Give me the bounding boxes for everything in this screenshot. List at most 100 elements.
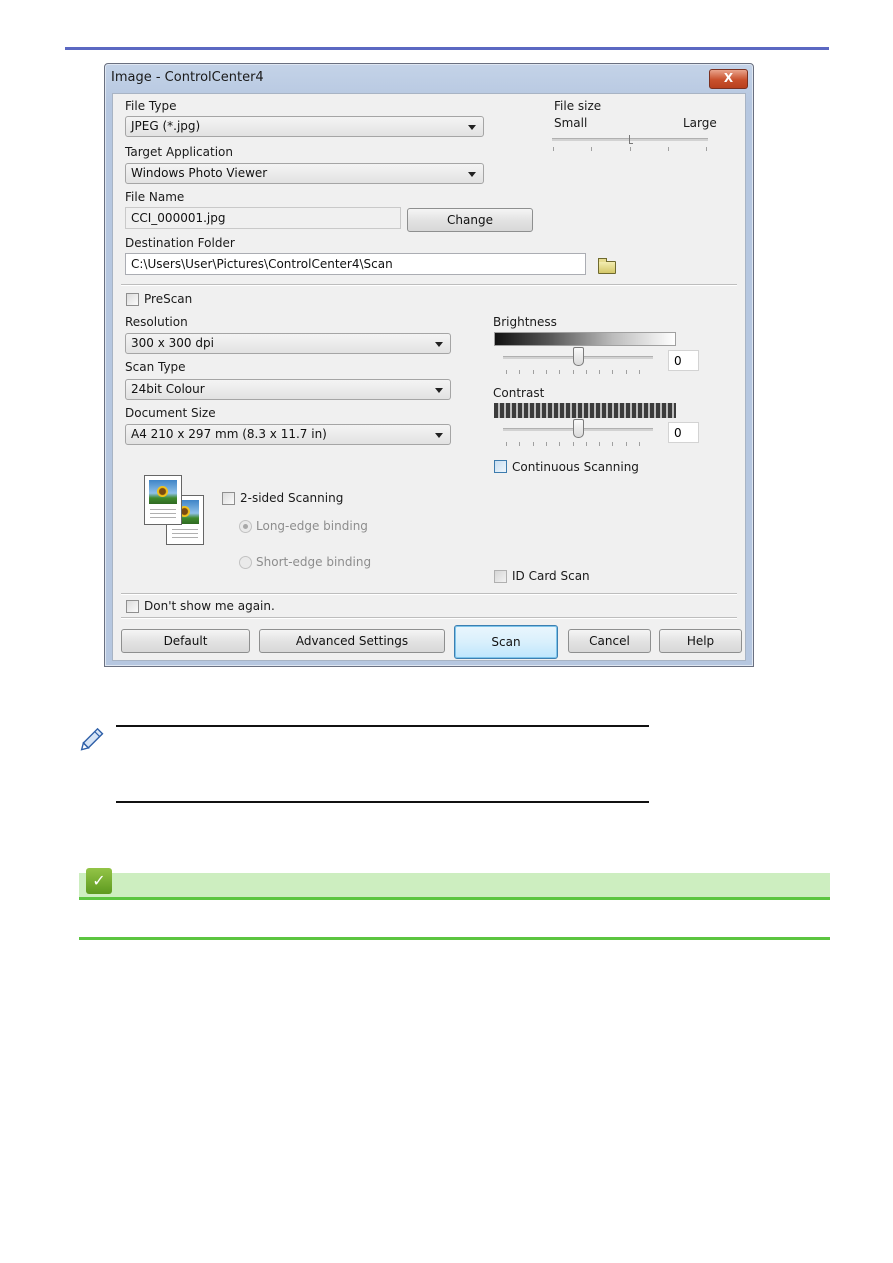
chevron-down-icon [435, 388, 443, 393]
default-button[interactable]: Default [121, 629, 250, 653]
two-sided-scanning-label: 2-sided Scanning [240, 491, 344, 505]
divider [121, 593, 737, 595]
id-card-scan-checkbox[interactable] [494, 570, 507, 583]
tick [630, 147, 631, 151]
tick [519, 370, 521, 374]
tick [572, 370, 574, 374]
dialog-title: Image - ControlCenter4 [111, 70, 264, 85]
tick [559, 370, 561, 374]
tick [506, 442, 507, 446]
divider [121, 617, 737, 619]
advanced-settings-button[interactable]: Advanced Settings [259, 629, 445, 653]
tick [532, 370, 534, 374]
file-size-slider-thumb[interactable] [629, 135, 633, 144]
document-size-label: Document Size [125, 406, 216, 420]
tick [599, 442, 601, 446]
tick [545, 370, 547, 374]
tick [532, 442, 534, 446]
destination-folder-value: C:\Users\User\Pictures\ControlCenter4\Sc… [131, 257, 393, 271]
change-button[interactable]: Change [407, 208, 533, 232]
chevron-down-icon [435, 433, 443, 438]
checkmark-icon: ✓ [86, 868, 112, 894]
brightness-label: Brightness [493, 315, 557, 329]
two-sided-document-icon [144, 475, 214, 547]
tick [668, 147, 669, 151]
chevron-down-icon [468, 172, 476, 177]
dont-show-again-checkbox[interactable] [126, 600, 139, 613]
tick [545, 442, 547, 446]
related-info-header-bar [79, 873, 830, 898]
prescan-checkbox[interactable] [126, 293, 139, 306]
tick [612, 370, 614, 374]
resolution-value: 300 x 300 dpi [131, 336, 214, 350]
related-info-bottom-rule [79, 937, 830, 940]
divider [121, 284, 737, 286]
title-bar[interactable]: Image - ControlCenter4 X [105, 64, 753, 93]
target-application-select[interactable]: Windows Photo Viewer [125, 163, 484, 184]
page-header-rule [65, 47, 829, 50]
tick [639, 370, 640, 374]
dont-show-again-label: Don't show me again. [144, 599, 275, 613]
help-button[interactable]: Help [659, 629, 742, 653]
brightness-gradient [494, 332, 676, 346]
close-icon: X [723, 71, 734, 85]
contrast-pattern [494, 403, 676, 418]
contrast-label: Contrast [493, 386, 545, 400]
contrast-value-field[interactable]: 0 [668, 422, 699, 443]
tick [572, 442, 574, 446]
tick [585, 442, 587, 446]
tick [625, 370, 627, 374]
file-type-label: File Type [125, 99, 177, 113]
brightness-value-field[interactable]: 0 [668, 350, 699, 371]
scan-type-select[interactable]: 24bit Colour [125, 379, 451, 400]
file-type-value: JPEG (*.jpg) [131, 119, 201, 133]
destination-folder-input[interactable]: C:\Users\User\Pictures\ControlCenter4\Sc… [125, 253, 586, 275]
related-info-top-rule [79, 897, 830, 900]
id-card-scan-label: ID Card Scan [512, 569, 590, 583]
note-bottom-rule [116, 801, 649, 803]
note-top-rule [116, 725, 649, 727]
brightness-slider-thumb[interactable] [573, 347, 584, 366]
chevron-down-icon [435, 342, 443, 347]
file-type-select[interactable]: JPEG (*.jpg) [125, 116, 484, 137]
tick [585, 370, 587, 374]
target-application-value: Windows Photo Viewer [131, 166, 268, 180]
close-button[interactable]: X [709, 69, 748, 89]
contrast-slider-thumb[interactable] [573, 419, 584, 438]
resolution-select[interactable]: 300 x 300 dpi [125, 333, 451, 354]
folder-icon[interactable] [598, 258, 616, 274]
short-edge-binding-label: Short-edge binding [256, 555, 372, 569]
scan-type-label: Scan Type [125, 360, 186, 374]
continuous-scanning-label: Continuous Scanning [512, 460, 639, 474]
tick [553, 147, 554, 151]
document-size-select[interactable]: A4 210 x 297 mm (8.3 x 11.7 in) [125, 424, 451, 445]
controlcenter4-image-dialog: Image - ControlCenter4 X File Type JPEG … [104, 63, 754, 667]
scan-type-value: 24bit Colour [131, 382, 205, 396]
target-application-label: Target Application [125, 145, 233, 159]
prescan-label: PreScan [144, 292, 193, 306]
file-name-value: CCI_000001.jpg [131, 211, 226, 225]
tick [599, 370, 601, 374]
short-edge-binding-radio[interactable] [239, 556, 252, 569]
scan-button[interactable]: Scan [454, 625, 558, 659]
long-edge-binding-label: Long-edge binding [256, 519, 368, 533]
tick [612, 442, 614, 446]
file-size-small-label: Small [554, 116, 588, 130]
tick [506, 370, 507, 374]
document-size-value: A4 210 x 297 mm (8.3 x 11.7 in) [131, 427, 327, 441]
continuous-scanning-checkbox[interactable] [494, 460, 507, 473]
destination-folder-label: Destination Folder [125, 236, 235, 250]
tick [519, 442, 521, 446]
long-edge-binding-radio[interactable] [239, 520, 252, 533]
dialog-body: File Type JPEG (*.jpg) File size Small L… [112, 93, 746, 661]
pencil-note-icon [80, 727, 104, 751]
cancel-button[interactable]: Cancel [568, 629, 651, 653]
tick [559, 442, 561, 446]
two-sided-scanning-checkbox[interactable] [222, 492, 235, 505]
tick [591, 147, 592, 151]
tick [706, 147, 707, 151]
chevron-down-icon [468, 125, 476, 130]
file-name-field: CCI_000001.jpg [125, 207, 401, 229]
tick [639, 442, 640, 446]
file-size-large-label: Large [683, 116, 717, 130]
